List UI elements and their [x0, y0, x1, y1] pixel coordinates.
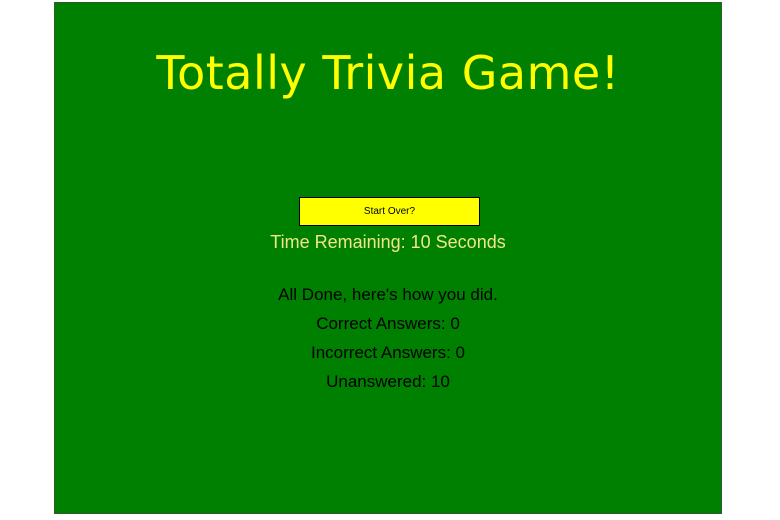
incorrect-answers: Incorrect Answers: 0 [310, 343, 465, 362]
results-heading: All Done, here's how you did. [278, 285, 498, 304]
start-over-button[interactable]: Start Over? [299, 197, 480, 226]
game-panel: Totally Trivia Game! Start Over? Time Re… [54, 2, 722, 514]
game-title: Totally Trivia Game! [156, 46, 620, 100]
unanswered-count: Unanswered: 10 [326, 372, 450, 391]
correct-answers: Correct Answers: 0 [316, 314, 460, 333]
results-summary: All Done, here's how you did. Correct An… [55, 280, 721, 396]
time-remaining: Time Remaining: 10 Seconds [270, 232, 506, 252]
